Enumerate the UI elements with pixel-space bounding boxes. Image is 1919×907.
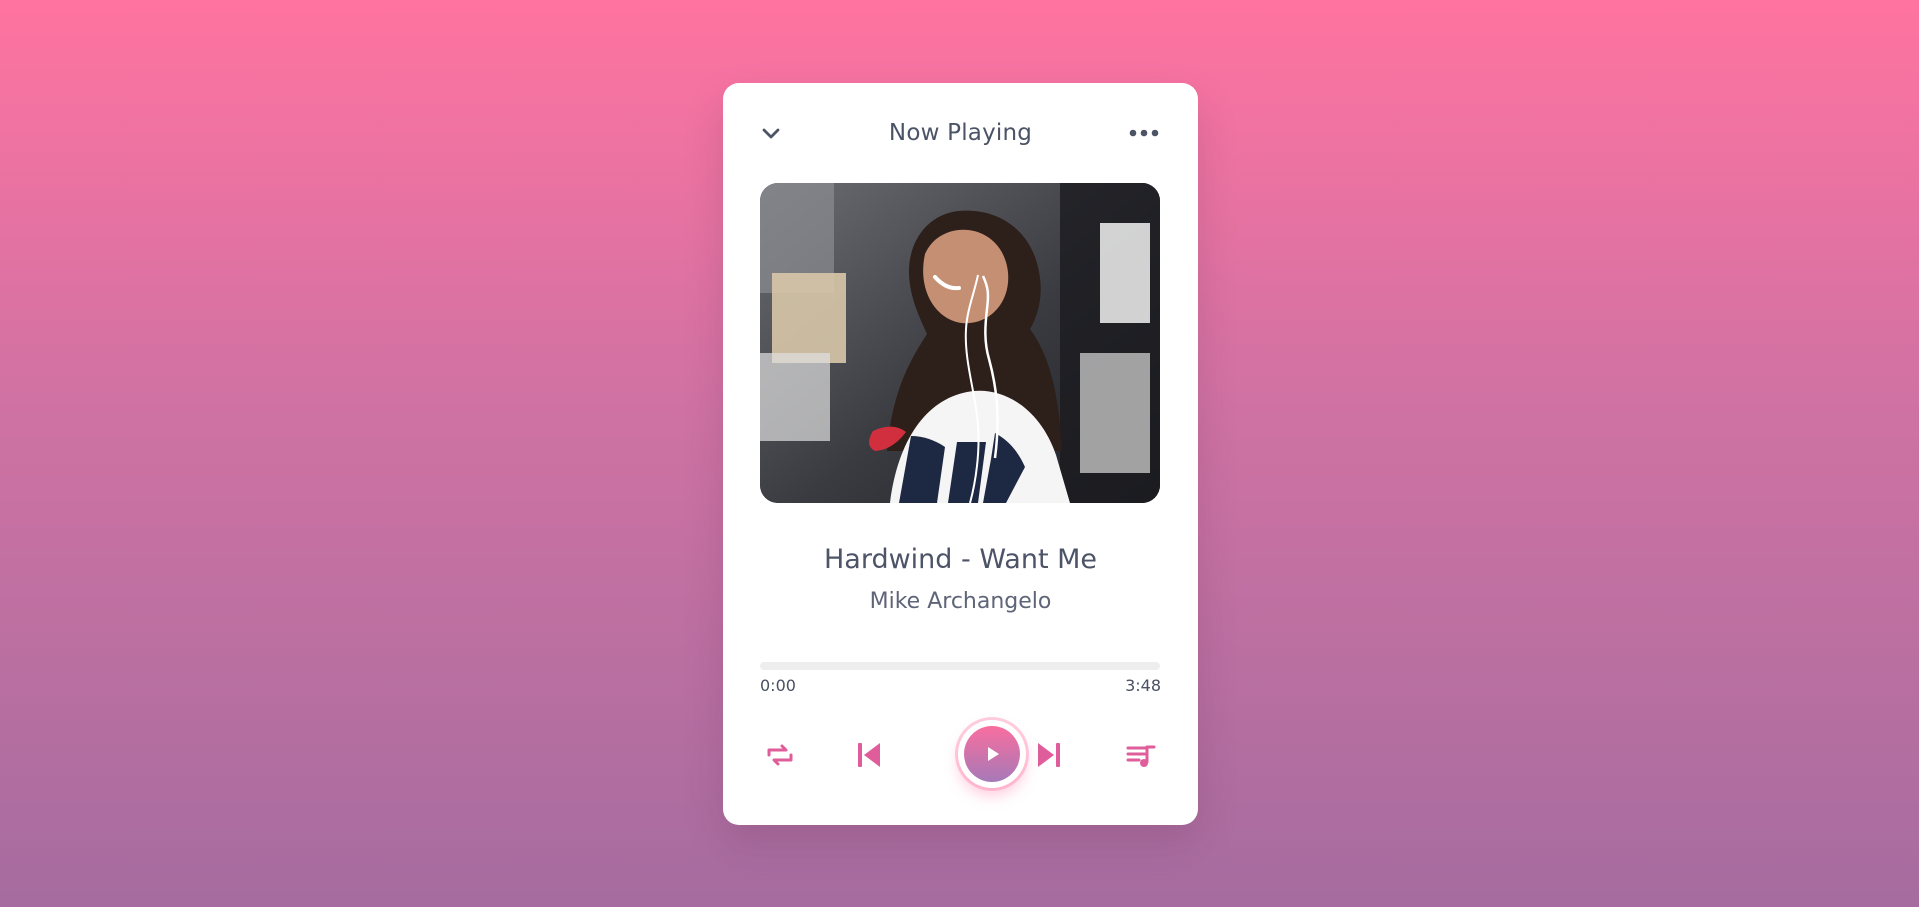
- more-icon[interactable]: [1126, 113, 1162, 153]
- current-time: 0:00: [760, 676, 796, 695]
- previous-icon[interactable]: [850, 735, 890, 775]
- music-player-card: Now Playing Hardwind - Want Me Mike Arch…: [723, 83, 1198, 825]
- playback-controls: [760, 715, 1161, 793]
- play-button-ring: [958, 720, 1026, 788]
- next-icon[interactable]: [1028, 735, 1068, 775]
- artist-name: Mike Archangelo: [869, 589, 1052, 614]
- progress-bar[interactable]: [760, 662, 1160, 670]
- play-icon: [988, 747, 999, 761]
- track-title: Hardwind - Want Me: [823, 544, 1098, 575]
- page-title: Now Playing: [888, 120, 1033, 146]
- duration: 3:48: [1125, 676, 1161, 695]
- top-bar: Now Playing: [759, 113, 1162, 153]
- playlist-icon[interactable]: [1121, 735, 1161, 775]
- album-art: [760, 183, 1160, 503]
- repeat-icon[interactable]: [760, 735, 800, 775]
- play-button[interactable]: [964, 726, 1020, 782]
